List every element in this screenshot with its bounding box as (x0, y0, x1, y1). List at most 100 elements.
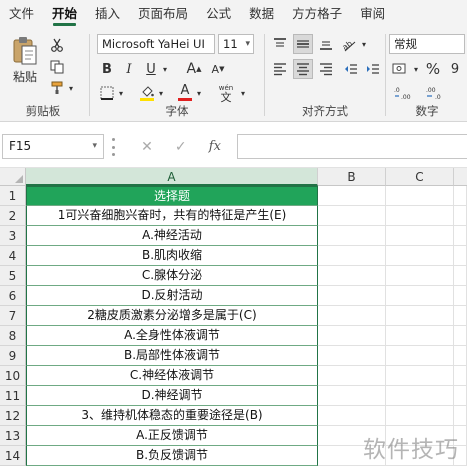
increase-font-button[interactable]: A ▲ (184, 59, 204, 79)
empty-cell[interactable] (454, 346, 467, 366)
empty-cell[interactable] (454, 246, 467, 266)
empty-cell[interactable] (318, 366, 386, 386)
decrease-indent-button[interactable] (341, 59, 361, 79)
row-header[interactable]: 6 (0, 286, 26, 306)
underline-button[interactable]: U (142, 59, 160, 79)
format-painter-button[interactable] (48, 79, 66, 97)
table-cell[interactable]: 2糖皮质激素分泌增多是属于(C) (26, 306, 318, 326)
table-cell[interactable]: A.全身性体液调节 (26, 326, 318, 346)
borders-button[interactable] (98, 83, 116, 103)
bottom-align-button[interactable] (316, 34, 336, 54)
empty-cell[interactable] (318, 206, 386, 226)
empty-cell[interactable] (386, 326, 454, 346)
column-header-d-partial[interactable] (454, 168, 467, 186)
worksheet-grid[interactable]: A B C 1 选择题 2 1可兴奋细胞兴奋时，共有的特征是产生(E) 3 A.神经活动 4… (0, 168, 467, 474)
row-header[interactable]: 14 (0, 446, 26, 466)
table-cell[interactable]: D.反射活动 (26, 286, 318, 306)
empty-cell[interactable] (318, 326, 386, 346)
tab-formulas[interactable]: 公式 (197, 0, 240, 28)
comma-style-button[interactable]: 9 (445, 59, 465, 79)
cut-button[interactable] (48, 36, 66, 54)
table-cell[interactable]: 1可兴奋细胞兴奋时，共有的特征是产生(E) (26, 206, 318, 226)
empty-cell[interactable] (386, 206, 454, 226)
phonetic-dropdown[interactable]: ▾ (238, 83, 248, 103)
column-header-b[interactable]: B (318, 168, 386, 186)
increase-indent-button[interactable] (363, 59, 383, 79)
row-header[interactable]: 5 (0, 266, 26, 286)
increase-decimal-button[interactable]: .0 .00 (391, 84, 417, 102)
fill-color-dropdown[interactable]: ▾ (156, 83, 166, 103)
empty-cell[interactable] (386, 266, 454, 286)
empty-cell[interactable] (454, 286, 467, 306)
font-color-dropdown[interactable]: ▾ (194, 83, 204, 103)
empty-cell[interactable] (318, 286, 386, 306)
empty-cell[interactable] (318, 306, 386, 326)
row-header[interactable]: 1 (0, 186, 26, 206)
empty-cell[interactable] (318, 346, 386, 366)
align-right-button[interactable] (316, 59, 336, 79)
table-cell[interactable]: B.负反馈调节 (26, 446, 318, 466)
column-header-a[interactable]: A (26, 168, 318, 186)
table-cell[interactable]: C.腺体分泌 (26, 266, 318, 286)
row-header[interactable]: 2 (0, 206, 26, 226)
row-header[interactable]: 10 (0, 366, 26, 386)
top-align-button[interactable] (270, 34, 290, 54)
row-header[interactable]: 7 (0, 306, 26, 326)
orientation-button[interactable]: ab (339, 34, 359, 54)
empty-cell[interactable] (318, 406, 386, 426)
confirm-entry-button[interactable]: ✓ (175, 139, 187, 155)
row-header[interactable]: 9 (0, 346, 26, 366)
empty-cell[interactable] (386, 226, 454, 246)
accounting-dropdown[interactable]: ▾ (411, 59, 421, 79)
empty-cell[interactable] (454, 406, 467, 426)
font-name-select[interactable]: Microsoft YaHei UI (97, 34, 215, 54)
italic-button[interactable]: I (120, 59, 138, 79)
paste-button[interactable]: 粘贴 (8, 36, 42, 98)
decrease-decimal-icon-button[interactable]: .00 .0 (423, 84, 449, 102)
tab-file[interactable]: 文件 (0, 0, 43, 28)
tab-home[interactable]: 开始 (43, 0, 86, 28)
header-cell[interactable]: 选择题 (26, 186, 318, 206)
empty-cell[interactable] (386, 366, 454, 386)
table-cell[interactable]: A.神经活动 (26, 226, 318, 246)
empty-cell[interactable] (386, 346, 454, 366)
row-header[interactable]: 13 (0, 426, 26, 446)
empty-cell[interactable] (454, 366, 467, 386)
empty-cell[interactable] (318, 186, 386, 206)
align-left-button[interactable] (270, 59, 290, 79)
row-header[interactable]: 11 (0, 386, 26, 406)
table-cell[interactable]: B.肌肉收缩 (26, 246, 318, 266)
tab-page-layout[interactable]: 页面布局 (129, 0, 197, 28)
formula-input[interactable] (237, 134, 467, 159)
row-header[interactable]: 3 (0, 226, 26, 246)
insert-function-button[interactable]: fx (209, 139, 221, 154)
empty-cell[interactable] (454, 266, 467, 286)
phonetic-guide-button[interactable]: wén 文 (214, 83, 238, 103)
middle-align-button[interactable] (293, 34, 313, 54)
empty-cell[interactable] (454, 206, 467, 226)
borders-dropdown[interactable]: ▾ (116, 83, 126, 103)
tab-data[interactable]: 数据 (240, 0, 283, 28)
fill-color-button[interactable] (138, 83, 156, 103)
empty-cell[interactable] (454, 226, 467, 246)
empty-cell[interactable] (386, 246, 454, 266)
empty-cell[interactable] (454, 186, 467, 206)
row-header[interactable]: 8 (0, 326, 26, 346)
empty-cell[interactable] (318, 386, 386, 406)
table-cell[interactable]: D.神经调节 (26, 386, 318, 406)
table-cell[interactable]: A.正反馈调节 (26, 426, 318, 446)
underline-dropdown[interactable]: ▾ (160, 59, 170, 79)
table-cell[interactable]: C.神经体液调节 (26, 366, 318, 386)
tab-fangfang-gezi[interactable]: 方方格子 (283, 0, 351, 28)
empty-cell[interactable] (454, 386, 467, 406)
empty-cell[interactable] (386, 386, 454, 406)
accounting-format-button[interactable] (389, 59, 411, 79)
orientation-dropdown[interactable]: ▾ (359, 34, 369, 54)
bold-button[interactable]: B (98, 59, 116, 79)
empty-cell[interactable] (386, 306, 454, 326)
empty-cell[interactable] (454, 306, 467, 326)
format-painter-dropdown[interactable]: ▾ (66, 79, 76, 97)
table-cell[interactable]: 3、维持机体稳态的重要途径是(B) (26, 406, 318, 426)
empty-cell[interactable] (318, 246, 386, 266)
font-size-select[interactable]: 11 ▾ (218, 34, 254, 54)
